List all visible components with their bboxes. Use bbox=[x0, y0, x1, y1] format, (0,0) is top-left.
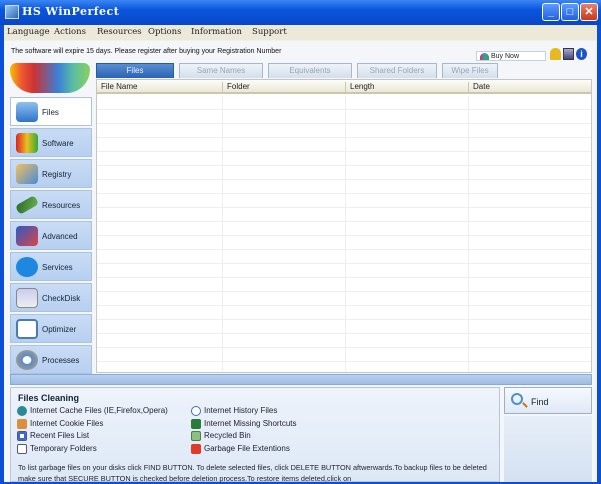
col-file-name[interactable]: File Name bbox=[97, 82, 137, 94]
search-icon bbox=[511, 393, 523, 405]
sidebar-item-label: Advanced bbox=[42, 232, 78, 241]
option-recycled-bin[interactable]: Recycled Bin bbox=[191, 431, 251, 441]
menu-bar: Language Actions Resources Options Infor… bbox=[4, 25, 597, 40]
menu-information[interactable]: Information bbox=[191, 27, 242, 37]
magnifier-icon bbox=[16, 319, 38, 339]
tab-equivalents[interactable]: Equivalents bbox=[268, 63, 352, 78]
sidebar-item-label: Files bbox=[42, 108, 59, 117]
globe-icon bbox=[17, 406, 27, 416]
tab-same-names[interactable]: Same Names bbox=[179, 63, 263, 78]
sidebar-item-processes[interactable]: Processes bbox=[10, 345, 92, 374]
sidebar-item-optimizer[interactable]: Optimizer bbox=[10, 314, 92, 343]
option-temporary-folders[interactable]: Temporary Folders bbox=[17, 444, 97, 454]
option-label: Recycled Bin bbox=[204, 431, 251, 440]
disk-icon bbox=[16, 288, 38, 308]
sidebar-item-software[interactable]: Software bbox=[10, 128, 92, 157]
expiry-notice: The software will expire 15 days. Please… bbox=[11, 48, 282, 55]
sidebar-item-label: Registry bbox=[42, 170, 72, 179]
lock-icon[interactable] bbox=[550, 48, 561, 60]
gears-icon bbox=[16, 350, 38, 370]
sidebar-item-registry[interactable]: Registry bbox=[10, 159, 92, 188]
services-gear-icon bbox=[16, 257, 38, 277]
window-body: Language Actions Resources Options Infor… bbox=[4, 25, 597, 483]
option-history-files[interactable]: Internet History Files bbox=[191, 406, 278, 416]
app-logo bbox=[10, 63, 90, 93]
folder-icon bbox=[16, 102, 38, 122]
find-label: Find bbox=[531, 397, 549, 407]
sidebar-item-label: Processes bbox=[42, 356, 80, 365]
info-icon[interactable]: i bbox=[576, 48, 587, 60]
option-missing-shortcuts[interactable]: Internet Missing Shortcuts bbox=[191, 419, 297, 429]
registry-icon bbox=[16, 164, 38, 184]
table-rows bbox=[97, 96, 591, 372]
option-label: Internet Missing Shortcuts bbox=[204, 419, 297, 428]
menu-resources[interactable]: Resources bbox=[97, 27, 142, 37]
close-button[interactable]: ✕ bbox=[580, 3, 598, 21]
maximize-button[interactable]: □ bbox=[561, 3, 579, 21]
cubes-icon bbox=[16, 133, 38, 153]
action-pane bbox=[504, 416, 592, 482]
tab-shared-folders[interactable]: Shared Folders bbox=[357, 63, 437, 78]
recent-files-icon bbox=[17, 431, 27, 441]
garbage-icon bbox=[191, 444, 201, 454]
sidebar-item-label: Optimizer bbox=[42, 325, 77, 334]
sidebar-item-label: Software bbox=[42, 139, 74, 148]
option-recent-files[interactable]: Recent Files List bbox=[17, 431, 90, 441]
tab-wipe-files[interactable]: Wipe Files bbox=[442, 63, 498, 78]
sidebar-item-files[interactable]: Files bbox=[10, 97, 92, 126]
window-title: HS WinPerfect bbox=[22, 5, 120, 18]
recycle-bin-icon bbox=[191, 431, 201, 441]
files-cleaning-panel: Files Cleaning Internet Cache Files (IE,… bbox=[10, 387, 500, 483]
sidebar-item-resources[interactable]: Resources bbox=[10, 190, 92, 219]
memory-icon bbox=[14, 195, 40, 215]
col-folder[interactable]: Folder bbox=[222, 82, 250, 94]
col-length[interactable]: Length bbox=[345, 82, 374, 94]
table-header: File Name Folder Length Date bbox=[97, 80, 591, 94]
menu-support[interactable]: Support bbox=[252, 27, 287, 37]
minimize-button[interactable]: _ bbox=[542, 3, 560, 21]
computer-tools-icon bbox=[16, 226, 38, 246]
sidebar-item-advanced[interactable]: Advanced bbox=[10, 221, 92, 250]
find-button[interactable]: Find bbox=[504, 387, 592, 414]
option-label: Internet History Files bbox=[204, 406, 278, 415]
files-table[interactable]: File Name Folder Length Date bbox=[96, 79, 592, 373]
option-label: Garbage File Extentions bbox=[204, 444, 290, 453]
cookie-icon bbox=[17, 419, 27, 429]
buy-now-label: Buy Now bbox=[491, 53, 520, 60]
clock-icon bbox=[191, 406, 201, 416]
buy-now-icon bbox=[480, 53, 489, 60]
save-icon[interactable] bbox=[563, 48, 574, 60]
sidebar-item-label: Services bbox=[42, 263, 73, 272]
menu-language[interactable]: Language bbox=[7, 27, 50, 37]
panel-title: Files Cleaning bbox=[18, 393, 80, 403]
sidebar-item-label: CheckDisk bbox=[42, 294, 81, 303]
col-date[interactable]: Date bbox=[468, 82, 490, 94]
temp-folder-icon bbox=[17, 444, 27, 454]
option-label: Internet Cache Files (IE,Firefox,Opera) bbox=[30, 406, 168, 415]
menu-options[interactable]: Options bbox=[148, 27, 182, 37]
sidebar-item-checkdisk[interactable]: CheckDisk bbox=[10, 283, 92, 312]
option-garbage-extensions[interactable]: Garbage File Extentions bbox=[191, 444, 290, 454]
app-icon bbox=[5, 5, 19, 19]
option-internet-cache[interactable]: Internet Cache Files (IE,Firefox,Opera) bbox=[17, 406, 168, 416]
tab-files[interactable]: Files bbox=[96, 63, 174, 78]
status-bar bbox=[10, 374, 592, 385]
buy-now-button[interactable]: Buy Now bbox=[476, 51, 546, 61]
option-label: Temporary Folders bbox=[30, 444, 97, 453]
sidebar-item-services[interactable]: Services bbox=[10, 252, 92, 281]
shortcut-icon bbox=[191, 419, 201, 429]
option-cookie-files[interactable]: Internet Cookie Files bbox=[17, 419, 104, 429]
sidebar-item-label: Resources bbox=[42, 201, 81, 210]
option-label: Internet Cookie Files bbox=[30, 419, 104, 428]
option-label: Recent Files List bbox=[30, 431, 90, 440]
help-text: To list garbage files on your disks clic… bbox=[18, 463, 487, 483]
menu-actions[interactable]: Actions bbox=[54, 27, 86, 37]
title-bar: HS WinPerfect _ □ ✕ bbox=[0, 0, 601, 25]
